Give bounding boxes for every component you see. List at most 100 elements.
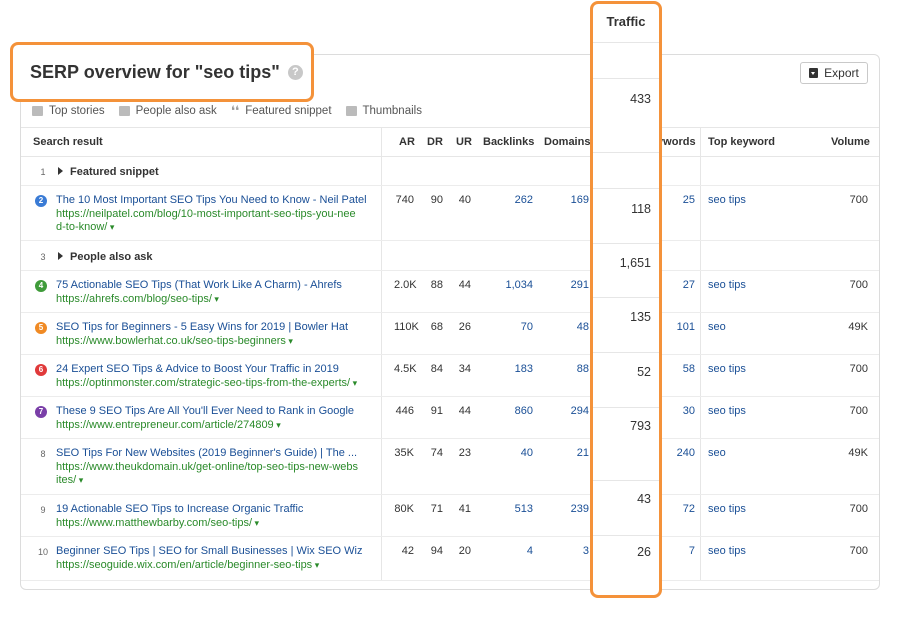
table-row[interactable]: 2 The 10 Most Important SEO Tips You Need… xyxy=(21,186,879,241)
url-dropdown-icon[interactable]: ▾ xyxy=(350,378,358,388)
result-url[interactable]: https://www.theukdomain.uk/get-online/to… xyxy=(56,461,376,487)
col-search-result[interactable]: Search result xyxy=(33,128,103,157)
url-dropdown-icon[interactable]: ▾ xyxy=(286,336,293,346)
serp-feature-row[interactable]: 3 People also ask xyxy=(21,242,879,271)
result-url[interactable]: https://ahrefs.com/blog/seo-tips/ ▾ xyxy=(56,293,376,306)
table-row[interactable]: 5 SEO Tips for Beginners - 5 Easy Wins fo… xyxy=(21,313,879,355)
domains-link[interactable]: 291 xyxy=(543,279,589,291)
filter-thumbnails[interactable]: Thumbnails xyxy=(345,104,422,118)
rank: 8 xyxy=(40,449,46,459)
filter-label: People also ask xyxy=(135,105,217,117)
filter-top-stories[interactable]: Top stories xyxy=(32,104,105,118)
result-url-text: https://www.entrepreneur.com/article/274… xyxy=(56,419,274,431)
url-dropdown-icon[interactable]: ▾ xyxy=(252,518,260,528)
table-row[interactable]: 6 24 Expert SEO Tips & Advice to Boost Yo… xyxy=(21,355,879,397)
result-url-text-cont: d-to-know/ xyxy=(56,221,108,233)
top-keyword-link[interactable]: seo tips xyxy=(708,405,746,417)
result-url[interactable]: https://www.matthewbarby.com/seo-tips/ ▾ xyxy=(56,517,376,530)
top-keyword-link[interactable]: seo tips xyxy=(708,545,746,557)
table-row[interactable]: 10 Beginner SEO Tips | SEO for Small Busi… xyxy=(21,537,879,581)
filter-people-also-ask[interactable]: People also ask xyxy=(118,104,217,118)
backlinks-link[interactable]: 513 xyxy=(473,503,533,515)
traffic-divider xyxy=(593,188,659,189)
backlinks-link[interactable]: 183 xyxy=(473,363,533,375)
filter-featured-snippet[interactable]: ❛❛ Featured snippet xyxy=(231,104,332,118)
col-dr[interactable]: DR xyxy=(427,128,443,157)
result-url-text: https://www.theukdomain.uk/get-online/to… xyxy=(56,461,359,473)
domains-link[interactable]: 88 xyxy=(543,363,589,375)
traffic-divider xyxy=(593,407,659,408)
traffic-divider xyxy=(593,152,659,153)
col-volume[interactable]: Volume xyxy=(831,128,870,157)
dr-value: 74 xyxy=(430,447,443,459)
traffic-column-callout: Traffic 433 118 1,651 135 52 793 43 26 xyxy=(590,1,662,598)
backlinks-link[interactable]: 1,034 xyxy=(473,279,533,291)
backlinks-link[interactable]: 262 xyxy=(473,194,533,206)
result-url[interactable]: https://www.entrepreneur.com/article/274… xyxy=(56,419,376,432)
section-label: People also ask xyxy=(70,251,153,263)
url-dropdown-icon[interactable]: ▾ xyxy=(312,560,320,570)
table-row[interactable]: 4 75 Actionable SEO Tips (That Work Like … xyxy=(21,271,879,313)
result-title-link[interactable]: SEO Tips For New Websites (2019 Beginner… xyxy=(56,447,357,459)
table-row[interactable]: 9 19 Actionable SEO Tips to Increase Orga… xyxy=(21,495,879,537)
traffic-divider xyxy=(593,535,659,536)
result-url[interactable]: https://seoguide.wix.com/en/article/begi… xyxy=(56,559,376,572)
help-icon[interactable]: ? xyxy=(287,64,303,80)
result-url[interactable]: https://optinmonster.com/strategic-seo-t… xyxy=(56,377,376,390)
expand-icon[interactable] xyxy=(58,252,63,260)
result-url[interactable]: https://neilpatel.com/blog/10-most-impor… xyxy=(56,208,376,234)
col-backlinks[interactable]: Backlinks xyxy=(483,128,534,157)
col-top-keyword[interactable]: Top keyword xyxy=(708,128,775,157)
backlinks-link[interactable]: 4 xyxy=(473,545,533,557)
traffic-value: 135 xyxy=(630,310,651,324)
result-title-link[interactable]: These 9 SEO Tips Are All You'll Ever Nee… xyxy=(56,405,354,417)
domains-link[interactable]: 239 xyxy=(543,503,589,515)
top-keyword-link[interactable]: seo xyxy=(708,447,726,459)
table-row[interactable]: 7 These 9 SEO Tips Are All You'll Ever Ne… xyxy=(21,397,879,439)
result-title-link[interactable]: 19 Actionable SEO Tips to Increase Organ… xyxy=(56,503,303,515)
result-url[interactable]: https://www.bowlerhat.co.uk/seo-tips-beg… xyxy=(56,335,376,348)
result-url-text: https://neilpatel.com/blog/10-most-impor… xyxy=(56,208,356,220)
domains-link[interactable]: 48 xyxy=(543,321,589,333)
table-row[interactable]: 8 SEO Tips For New Websites (2019 Beginne… xyxy=(21,439,879,495)
serp-feature-row[interactable]: 1 Featured snippet xyxy=(21,157,879,186)
domains-link[interactable]: 294 xyxy=(543,405,589,417)
domains-link[interactable]: 3 xyxy=(543,545,589,557)
result-title-link[interactable]: Beginner SEO Tips | SEO for Small Busine… xyxy=(56,545,362,557)
top-keyword-link[interactable]: seo tips xyxy=(708,279,746,291)
col-domains[interactable]: Domains xyxy=(544,128,590,157)
url-dropdown-icon[interactable]: ▾ xyxy=(107,222,115,232)
url-dropdown-icon[interactable]: ▾ xyxy=(274,420,281,430)
result-title-link[interactable]: 24 Expert SEO Tips & Advice to Boost You… xyxy=(56,363,339,375)
url-dropdown-icon[interactable]: ▾ xyxy=(76,475,84,485)
export-button[interactable]: Export xyxy=(800,62,868,84)
backlinks-link[interactable]: 40 xyxy=(473,447,533,459)
ar-value: 446 xyxy=(395,405,414,417)
top-keyword-link[interactable]: seo tips xyxy=(708,194,746,206)
backlinks-link[interactable]: 70 xyxy=(473,321,533,333)
dr-value: 84 xyxy=(430,363,443,375)
backlinks-link[interactable]: 860 xyxy=(473,405,533,417)
col-ar[interactable]: AR xyxy=(399,128,415,157)
col-ur[interactable]: UR xyxy=(456,128,472,157)
traffic-divider xyxy=(593,78,659,79)
rank-badge: 7 xyxy=(35,406,47,418)
url-dropdown-icon[interactable]: ▾ xyxy=(212,294,219,304)
domains-link[interactable]: 169 xyxy=(543,194,589,206)
result-title-link[interactable]: 75 Actionable SEO Tips (That Work Like A… xyxy=(56,279,342,291)
top-keyword-link[interactable]: seo xyxy=(708,321,726,333)
result-title-link[interactable]: SEO Tips for Beginners - 5 Easy Wins for… xyxy=(56,321,348,333)
top-keyword-link[interactable]: seo tips xyxy=(708,503,746,515)
result-title-link[interactable]: The 10 Most Important SEO Tips You Need … xyxy=(56,194,367,206)
volume-value: 700 xyxy=(849,363,868,375)
serp-features-legend: Top stories People also ask ❛❛ Featured … xyxy=(32,104,436,118)
expand-icon[interactable] xyxy=(58,167,63,175)
filter-label: Thumbnails xyxy=(362,105,422,117)
top-keyword-link[interactable]: seo tips xyxy=(708,363,746,375)
ur-value: 26 xyxy=(458,321,471,333)
col-traffic[interactable]: Traffic xyxy=(593,4,659,40)
table-header: Search result AR DR UR Backlinks Domains… xyxy=(21,127,879,157)
traffic-value: 1,651 xyxy=(619,256,651,270)
ar-value: 110K xyxy=(394,321,419,333)
domains-link[interactable]: 21 xyxy=(543,447,589,459)
